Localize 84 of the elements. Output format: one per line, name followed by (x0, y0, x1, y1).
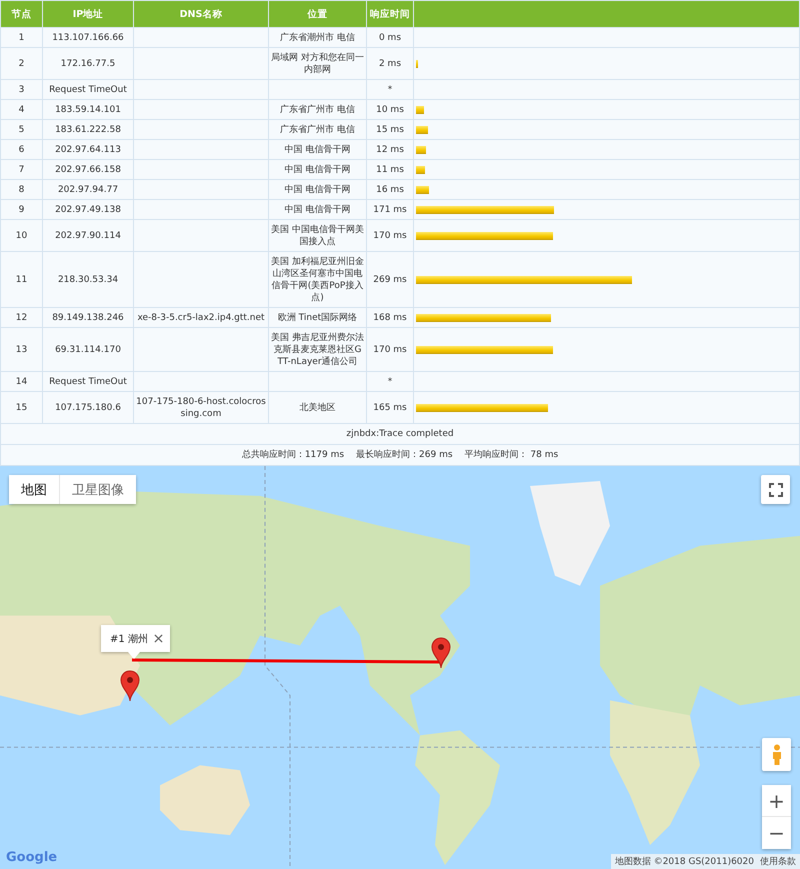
table-cell: 2 ms (366, 48, 414, 80)
summary-text: 最长响应时间：269 ms (356, 449, 453, 461)
table-cell: 13 (0, 328, 42, 372)
column-header: 位置 (268, 0, 366, 28)
column-header: IP地址 (42, 0, 134, 28)
person-icon (770, 744, 782, 766)
table-cell: 9 (0, 200, 42, 220)
table-cell: 中国 电信骨干网 (268, 160, 366, 180)
marker-icon[interactable] (431, 637, 451, 669)
map-type-tab[interactable]: 地图 (9, 475, 60, 504)
attribution-text: 地图数据 ©2018 GS(2011)6020 (614, 856, 754, 868)
popup-label: #1 潮州 (110, 632, 148, 646)
table-cell: 10 ms (366, 100, 414, 120)
table-cell: 107-175-180-6-host.colocrossing.com (134, 392, 268, 424)
table-cell: 7 (0, 160, 42, 180)
table-cell: 183.59.14.101 (42, 100, 134, 120)
table-cell: * (366, 80, 414, 100)
table-cell: 170 ms (366, 328, 414, 372)
table-cell: 14 (0, 372, 42, 392)
close-button[interactable] (153, 633, 164, 644)
table-cell: 168 ms (366, 308, 414, 328)
map-type-tab[interactable]: 卫星图像 (60, 475, 136, 504)
marker-icon[interactable] (120, 670, 140, 702)
table-cell: 12 (0, 308, 42, 328)
zoom-button[interactable]: − (762, 817, 791, 849)
fullscreen-icon (768, 482, 782, 496)
table-cell: 15 (0, 392, 42, 424)
table-cell: 202.97.49.138 (42, 200, 134, 220)
column-header: 响应时间 (366, 0, 414, 28)
map-logo: Google (6, 850, 58, 865)
table-cell: 1 (0, 28, 42, 48)
table-cell: 89.149.138.246 (42, 308, 134, 328)
table-cell: 202.97.90.114 (42, 220, 134, 252)
table-cell: 269 ms (366, 252, 414, 308)
column-header: 节点 (0, 0, 42, 28)
column-header: DNS名称 (134, 0, 268, 28)
table-cell: 0 ms (366, 28, 414, 48)
zoom-button[interactable]: + (762, 785, 791, 817)
table-cell: 170 ms (366, 220, 414, 252)
table-cell: 欧洲 Tinet国际网络 (268, 308, 366, 328)
summary-text: 平均响应时间： 78 ms (464, 449, 558, 461)
table-cell: 美国 加利福尼亚州旧金山湾区圣何塞市中国电信骨干网(美西PoP接入点) (268, 252, 366, 308)
table-cell: Request TimeOut (42, 372, 134, 392)
table-cell: 172.16.77.5 (42, 48, 134, 80)
table-cell: 美国 弗吉尼亚州费尔法克斯县麦克莱恩社区GTT-nLayer通信公司 (268, 328, 366, 372)
table-cell: 202.97.94.77 (42, 180, 134, 200)
table-cell: Request TimeOut (42, 80, 134, 100)
table-cell: 218.30.53.34 (42, 252, 134, 308)
status-text: zjnbdx:Trace completed (0, 424, 800, 444)
table-cell: 美国 中国电信骨干网美国接入点 (268, 220, 366, 252)
table-cell: 6 (0, 140, 42, 160)
fullscreen-button[interactable] (761, 475, 790, 504)
table-cell: 12 ms (366, 140, 414, 160)
table-cell: 广东省广州市 电信 (268, 100, 366, 120)
table-cell: 广东省潮州市 电信 (268, 28, 366, 48)
table-cell: 广东省广州市 电信 (268, 120, 366, 140)
table-cell: 中国 电信骨干网 (268, 140, 366, 160)
table-cell: 中国 电信骨干网 (268, 200, 366, 220)
table-cell: 中国 电信骨干网 (268, 180, 366, 200)
table-cell: 局域网 对方和您在同一内部网 (268, 48, 366, 80)
table-cell: xe-8-3-5.cr5-lax2.ip4.gtt.net (134, 308, 268, 328)
table-cell: 5 (0, 120, 42, 140)
table-cell: 107.175.180.6 (42, 392, 134, 424)
table-cell: 183.61.222.58 (42, 120, 134, 140)
table-cell: 11 ms (366, 160, 414, 180)
table-cell: 2 (0, 48, 42, 80)
table-cell: 3 (0, 80, 42, 100)
table-cell: 171 ms (366, 200, 414, 220)
table-cell: * (366, 372, 414, 392)
table-cell: 16 ms (366, 180, 414, 200)
table-cell: 15 ms (366, 120, 414, 140)
table-cell: 4 (0, 100, 42, 120)
terms-link[interactable]: 使用条款 (760, 855, 796, 868)
table-cell: 11 (0, 252, 42, 308)
summary-text: 总共响应时间：1179 ms (242, 449, 344, 461)
close-icon (154, 634, 163, 643)
table-cell: 202.97.66.158 (42, 160, 134, 180)
table-cell: 165 ms (366, 392, 414, 424)
table-cell: 202.97.64.113 (42, 140, 134, 160)
table-cell: 113.107.166.66 (42, 28, 134, 48)
table-cell: 10 (0, 220, 42, 252)
table-cell: 69.31.114.170 (42, 328, 134, 372)
table-cell: 北美地区 (268, 392, 366, 424)
table-cell: 8 (0, 180, 42, 200)
